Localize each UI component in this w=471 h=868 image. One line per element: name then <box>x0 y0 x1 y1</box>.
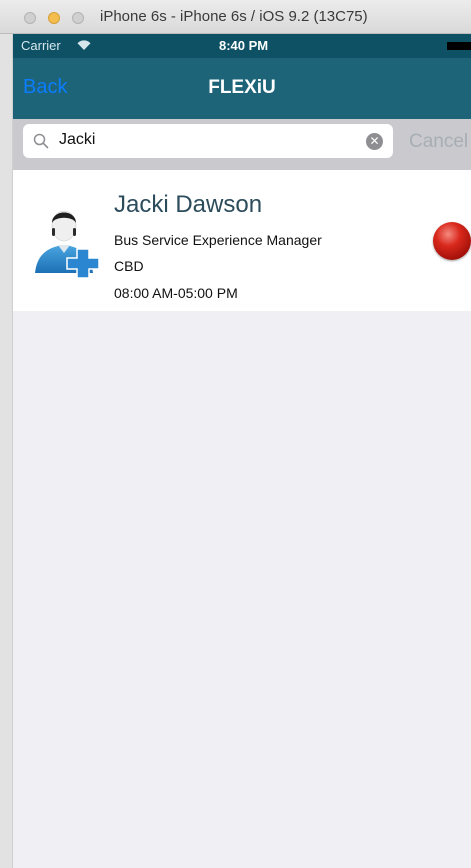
status-bar: Carrier 8:40 PM <box>13 34 471 58</box>
contact-hours: 08:00 AM-05:00 PM <box>114 285 238 301</box>
search-input[interactable]: Jacki ✕ <box>23 124 393 158</box>
clear-search-icon[interactable]: ✕ <box>366 133 383 150</box>
search-bar: Jacki ✕ Cancel <box>13 119 471 170</box>
status-indicator-icon <box>433 222 471 260</box>
cancel-button[interactable]: Cancel <box>409 131 468 153</box>
zoom-window-button[interactable] <box>72 12 84 24</box>
simulator-screen: Carrier 8:40 PM Back FLEXiU Jacki ✕ Canc… <box>13 34 471 868</box>
carrier-label: Carrier <box>21 38 61 53</box>
navigation-bar: Carrier 8:40 PM Back FLEXiU <box>13 34 471 119</box>
user-avatar-icon <box>35 210 100 279</box>
battery-icon <box>447 42 471 50</box>
window-frame <box>0 34 13 868</box>
contact-name: Jacki Dawson <box>114 191 263 218</box>
window-title: iPhone 6s - iPhone 6s / iOS 9.2 (13C75) <box>100 8 368 25</box>
contact-location: CBD <box>114 258 144 274</box>
contact-job-title: Bus Service Experience Manager <box>114 232 322 248</box>
close-window-button[interactable] <box>24 12 36 24</box>
minimize-window-button[interactable] <box>48 12 60 24</box>
list-item[interactable]: Jacki Dawson Bus Service Experience Mana… <box>13 170 471 311</box>
wifi-icon <box>77 40 91 50</box>
page-title: FLEXiU <box>208 77 276 98</box>
window-titlebar: iPhone 6s - iPhone 6s / iOS 9.2 (13C75) <box>0 0 471 34</box>
search-icon <box>33 133 49 149</box>
status-time: 8:40 PM <box>219 38 269 53</box>
search-query: Jacki <box>59 131 96 148</box>
